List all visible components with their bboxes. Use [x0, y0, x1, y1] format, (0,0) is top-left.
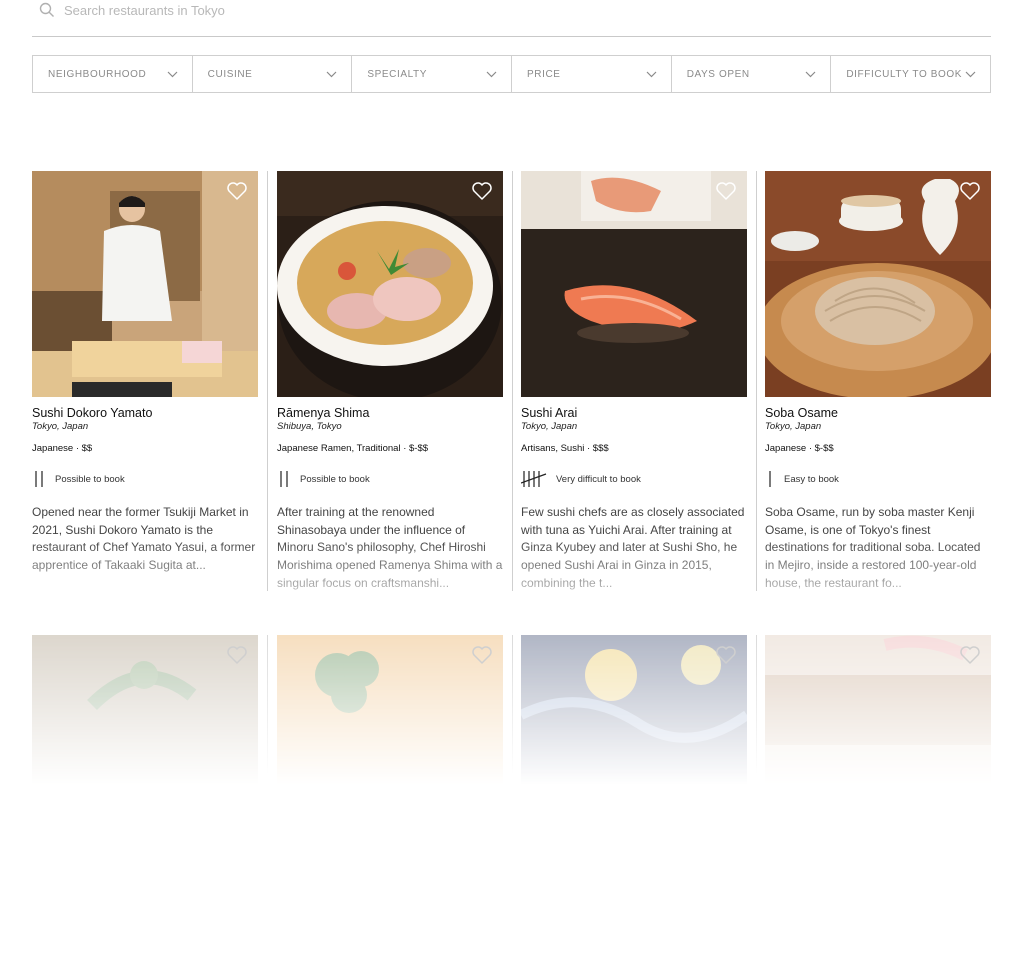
- restaurant-card[interactable]: Rāmenya Shima Shibuya, Tokyo Japanese Ra…: [277, 171, 503, 593]
- restaurant-name[interactable]: Sushi Dokoro Yamato: [32, 406, 258, 420]
- restaurant-name[interactable]: Soba Osame: [765, 406, 991, 420]
- soba-photo-image: [765, 171, 991, 397]
- tally-icon: [35, 471, 43, 487]
- tally-icon: [521, 471, 547, 487]
- filter-price[interactable]: PRICE: [512, 56, 672, 92]
- filter-difficulty-to-book[interactable]: DIFFICULTY TO BOOK: [831, 56, 990, 92]
- heart-icon[interactable]: [715, 181, 737, 201]
- chevron-down-icon: [486, 71, 497, 77]
- restaurant-card-placeholder[interactable]: [765, 635, 991, 785]
- restaurant-description: After training at the renowned Shinasoba…: [277, 505, 503, 590]
- restaurant-photo[interactable]: [32, 171, 258, 397]
- difficulty-label: Easy to book: [784, 473, 839, 485]
- placeholder-photo-image: [32, 635, 258, 785]
- filter-specialty[interactable]: SPECIALTY: [352, 56, 513, 92]
- filter-label: DAYS OPEN: [686, 68, 750, 80]
- chevron-down-icon: [167, 71, 178, 77]
- restaurant-photo[interactable]: [521, 171, 747, 397]
- restaurant-location: Tokyo, Japan: [765, 421, 822, 432]
- restaurant-category: Japanese · $$: [32, 443, 93, 454]
- restaurant-description: Soba Osame, run by soba master Kenji Osa…: [765, 505, 981, 590]
- chevron-down-icon: [965, 71, 976, 77]
- placeholder-photo-image: [765, 635, 991, 785]
- difficulty-label: Very difficult to book: [556, 473, 641, 485]
- restaurant-card-placeholder[interactable]: [521, 635, 747, 785]
- heart-icon[interactable]: [226, 645, 248, 665]
- column-divider: [512, 171, 513, 591]
- heart-icon[interactable]: [959, 181, 981, 201]
- heart-icon[interactable]: [471, 645, 493, 665]
- chevron-down-icon: [805, 71, 816, 77]
- filter-label: NEIGHBOURHOOD: [48, 68, 147, 80]
- tally-icon: [769, 471, 771, 487]
- chevron-down-icon: [326, 71, 337, 77]
- restaurant-name[interactable]: Sushi Arai: [521, 406, 747, 420]
- heart-icon[interactable]: [226, 181, 248, 201]
- column-divider: [756, 171, 757, 591]
- sushi-photo-image: [521, 171, 747, 397]
- filter-label: SPECIALTY: [367, 68, 428, 80]
- chef-photo-image: [32, 171, 258, 397]
- restaurant-category: Japanese · $-$$: [765, 443, 834, 454]
- placeholder-photo-image: [277, 635, 503, 785]
- filter-bar: NEIGHBOURHOOD CUISINE SPECIALTY PRICE DA…: [32, 55, 991, 93]
- restaurant-card[interactable]: Soba Osame Tokyo, Japan Japanese · $-$$ …: [765, 171, 991, 593]
- restaurant-card-placeholder[interactable]: [277, 635, 503, 785]
- restaurant-grid-row-loading: [32, 635, 991, 785]
- ramen-photo-image: [277, 171, 503, 397]
- booking-difficulty: Possible to book: [32, 469, 258, 489]
- restaurant-description: Opened near the former Tsukiji Market in…: [32, 505, 256, 573]
- filter-label: CUISINE: [207, 68, 253, 80]
- booking-difficulty: Easy to book: [765, 469, 991, 489]
- column-divider: [267, 171, 268, 591]
- filter-days-open[interactable]: DAYS OPEN: [672, 56, 832, 92]
- restaurant-location: Tokyo, Japan: [32, 421, 89, 432]
- restaurant-location: Tokyo, Japan: [521, 421, 578, 432]
- restaurant-photo[interactable]: [277, 171, 503, 397]
- heart-icon[interactable]: [959, 645, 981, 665]
- filter-label: DIFFICULTY TO BOOK: [846, 68, 962, 80]
- restaurant-location: Shibuya, Tokyo: [277, 421, 342, 432]
- filter-neighbourhood[interactable]: NEIGHBOURHOOD: [33, 56, 193, 92]
- restaurant-category: Artisans, Sushi · $$$: [521, 443, 609, 454]
- filter-label: PRICE: [527, 68, 561, 80]
- chevron-down-icon: [646, 71, 657, 77]
- booking-difficulty: Very difficult to book: [521, 469, 747, 489]
- restaurant-card[interactable]: Sushi Dokoro Yamato Tokyo, Japan Japanes…: [32, 171, 258, 593]
- tally-icon: [280, 471, 288, 487]
- restaurant-photo[interactable]: [765, 171, 991, 397]
- booking-difficulty: Possible to book: [277, 469, 503, 489]
- restaurant-card-placeholder[interactable]: [32, 635, 258, 785]
- restaurant-description: Few sushi chefs are as closely associate…: [521, 505, 745, 590]
- search-bar: [32, 0, 991, 37]
- restaurant-card[interactable]: Sushi Arai Tokyo, Japan Artisans, Sushi …: [521, 171, 747, 593]
- difficulty-label: Possible to book: [55, 473, 125, 485]
- restaurant-category: Japanese Ramen, Traditional · $-$$: [277, 443, 429, 454]
- filter-cuisine[interactable]: CUISINE: [193, 56, 353, 92]
- difficulty-label: Possible to book: [300, 473, 370, 485]
- restaurant-name[interactable]: Rāmenya Shima: [277, 406, 503, 420]
- heart-icon[interactable]: [715, 645, 737, 665]
- heart-icon[interactable]: [471, 181, 493, 201]
- search-input[interactable]: [64, 0, 664, 20]
- placeholder-photo-image: [521, 635, 747, 785]
- search-icon: [39, 2, 54, 17]
